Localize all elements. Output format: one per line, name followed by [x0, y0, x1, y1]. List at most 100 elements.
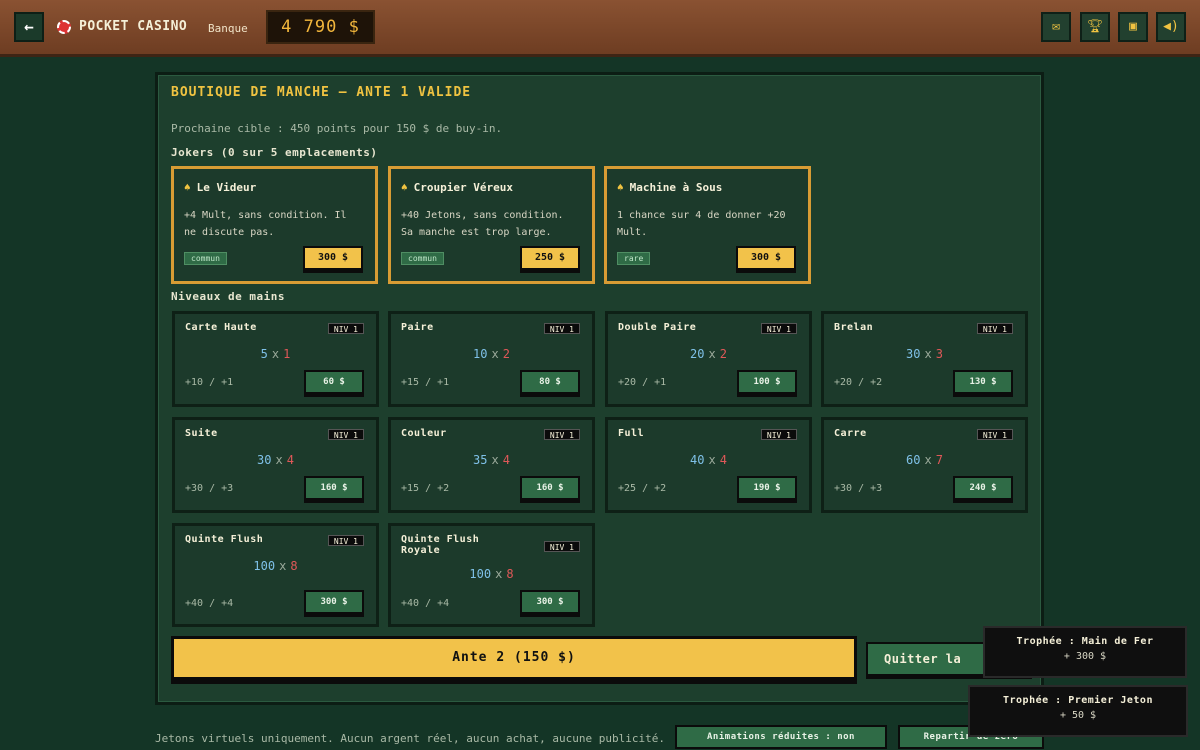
hand-level-card: Full NIV 1 40 x 4 +25 / +2 190 $: [605, 417, 812, 513]
joker-card: ♠ Croupier Véreux +40 Jetons, sans condit…: [388, 166, 595, 284]
trophy-icon: 🏆︎: [1086, 19, 1104, 34]
buy-joker-button[interactable]: 300 $: [303, 246, 363, 270]
joker-name: Croupier Véreux: [413, 181, 513, 194]
level-badge: NIV 1: [327, 429, 364, 440]
mult-value: 2: [502, 347, 510, 361]
mult-value: 3: [935, 347, 943, 361]
casino-chip-icon: [57, 20, 71, 34]
hand-name: Quinte Flush Royale: [401, 534, 480, 556]
chips-value: 20: [690, 347, 705, 361]
level-badge: NIV 1: [327, 535, 364, 546]
shop-title: BOUTIQUE DE MANCHE — ANTE 1 VALIDE: [171, 85, 472, 100]
hand-score: 20 x 2: [690, 347, 727, 361]
reduced-animations-toggle[interactable]: Animations réduites : non: [675, 725, 887, 749]
level-badge: NIV 1: [760, 429, 797, 440]
upgrade-hand-button[interactable]: 160 $: [304, 476, 364, 500]
chips-value: 100: [253, 559, 276, 573]
spade-icon: ♠: [401, 181, 408, 194]
back-button[interactable]: ←: [14, 12, 44, 42]
hand-score: 10 x 2: [473, 347, 510, 361]
mail-button[interactable]: ✉: [1041, 12, 1071, 42]
joker-name: Le Videur: [196, 181, 257, 194]
mult-value: 4: [719, 453, 727, 467]
hand-name: Carre: [834, 428, 867, 439]
upgrade-hand-button[interactable]: 160 $: [520, 476, 580, 500]
upgrade-hand-button[interactable]: 130 $: [953, 370, 1013, 394]
spade-icon: ♠: [617, 181, 624, 194]
back-arrow-icon: ←: [24, 17, 34, 36]
mult-value: 4: [286, 453, 294, 467]
hand-level-card: Brelan NIV 1 30 x 3 +20 / +2 130 $: [821, 311, 1028, 407]
hand-level-card: Carte Haute NIV 1 5x1 +10 / +1 60 $: [172, 311, 379, 407]
hand-name: Paire: [401, 322, 434, 333]
upgrade-gain: +40 / +4: [185, 598, 234, 609]
upgrade-gain: +20 / +1: [618, 377, 667, 388]
next-target-text: Prochaine cible : 450 points pour 150 $ …: [171, 122, 503, 135]
upgrade-hand-button[interactable]: 190 $: [737, 476, 797, 500]
hand-name: Carte Haute: [185, 322, 257, 333]
level-badge: NIV 1: [760, 323, 797, 334]
chips-value: 5: [260, 347, 268, 361]
upgrade-gain: +30 / +3: [834, 483, 883, 494]
upgrade-hand-button[interactable]: 80 $: [520, 370, 580, 394]
upgrade-gain: +25 / +2: [618, 483, 667, 494]
mult-value: 8: [290, 559, 298, 573]
upgrade-hand-button[interactable]: 300 $: [304, 590, 364, 614]
hand-level-card: Suite NIV 1 30 x 4 +30 / +3 160 $: [172, 417, 379, 513]
upgrade-hand-button[interactable]: 300 $: [520, 590, 580, 614]
hand-level-card: Carre NIV 1 60 x 7 +30 / +3 240 $: [821, 417, 1028, 513]
upgrade-gain: +15 / +2: [401, 483, 450, 494]
rarity-badge: rare: [617, 252, 651, 265]
hand-level-card: Quinte Flush Royale NIV 1 100 x 8 +40 / +4…: [388, 523, 595, 627]
hand-name: Suite: [185, 428, 218, 439]
next-ante-button[interactable]: Ante 2 (150 $): [171, 636, 857, 680]
joker-card: ♠ Le Videur +4 Mult, sans condition. Il n…: [171, 166, 378, 284]
buy-joker-button[interactable]: 300 $: [736, 246, 796, 270]
trophy-button[interactable]: 🏆︎: [1080, 12, 1110, 42]
disclaimer-text: Jetons virtuels uniquement. Aucun argent…: [155, 732, 665, 745]
level-badge: NIV 1: [976, 429, 1013, 440]
chips-value: 40: [690, 453, 705, 467]
mult-value: 1: [283, 347, 291, 361]
joker-description: 1 chance sur 4 de donner +20 Mult.: [617, 210, 786, 238]
upgrade-gain: +40 / +4: [401, 598, 450, 609]
level-badge: NIV 1: [543, 323, 580, 334]
bank-amount: 4 790 $: [266, 10, 375, 44]
joker-description: +40 Jetons, sans condition. Sa manche es…: [401, 210, 564, 238]
upgrade-gain: +30 / +3: [185, 483, 234, 494]
mult-value: 4: [502, 453, 510, 467]
mult-value: 2: [719, 347, 727, 361]
hand-name: Double Paire: [618, 322, 697, 333]
gift-button[interactable]: ▣: [1118, 12, 1148, 42]
chips-value: 60: [906, 453, 921, 467]
hand-score: 30 x 3: [906, 347, 943, 361]
upgrade-hand-button[interactable]: 240 $: [953, 476, 1013, 500]
hand-score: 100 x 8: [469, 567, 514, 581]
hand-name: Full: [618, 428, 645, 439]
hand-name: Couleur: [401, 428, 447, 439]
buy-joker-button[interactable]: 250 $: [520, 246, 580, 270]
rarity-badge: commun: [184, 252, 227, 265]
hand-score: 100 x 8: [253, 559, 298, 573]
joker-description: +4 Mult, sans condition. Il ne discute p…: [184, 210, 347, 238]
mail-icon: ✉: [1052, 19, 1060, 34]
sound-icon: ◀): [1163, 19, 1179, 34]
chips-value: 30: [257, 453, 272, 467]
trophy-toast: Trophée : Main de Fer + 300 $: [983, 626, 1187, 678]
hand-score: 60 x 7: [906, 453, 943, 467]
chips-value: 10: [473, 347, 488, 361]
trophy-toast: Trophée : Premier Jeton + 50 $: [968, 685, 1188, 737]
joker-card: ♠ Machine à Sous 1 chance sur 4 de donner…: [604, 166, 811, 284]
spade-icon: ♠: [184, 181, 191, 194]
toast-reward: + 50 $: [1059, 710, 1097, 721]
app-title: POCKET CASINO: [79, 19, 188, 34]
chips-value: 100: [469, 567, 492, 581]
level-badge: NIV 1: [543, 429, 580, 440]
sound-button[interactable]: ◀): [1156, 12, 1186, 42]
level-badge: NIV 1: [327, 323, 364, 334]
hand-level-card: Couleur NIV 1 35 x 4 +15 / +2 160 $: [388, 417, 595, 513]
toast-reward: + 300 $: [1063, 651, 1107, 662]
chips-value: 30: [906, 347, 921, 361]
upgrade-hand-button[interactable]: 60 $: [304, 370, 364, 394]
upgrade-hand-button[interactable]: 100 $: [737, 370, 797, 394]
